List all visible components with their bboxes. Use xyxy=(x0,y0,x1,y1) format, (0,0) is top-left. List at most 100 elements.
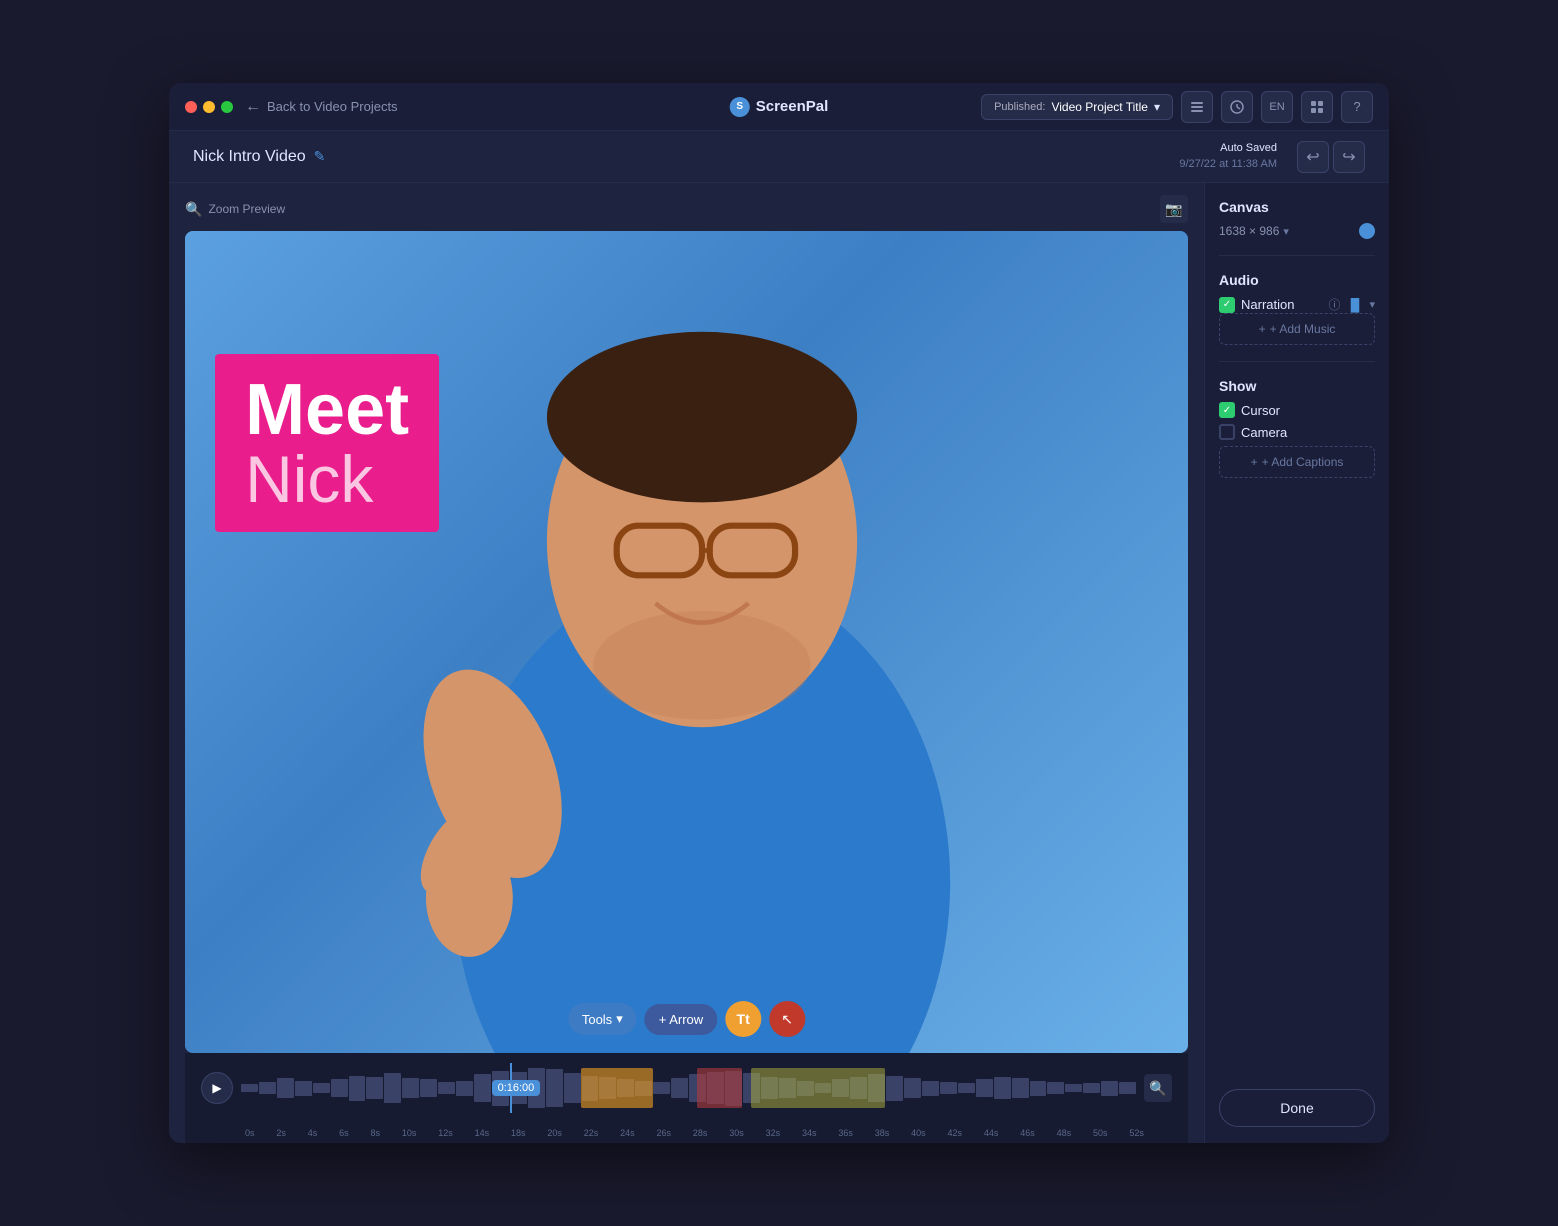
timeline-segment-yellow[interactable] xyxy=(751,1068,885,1108)
waveform xyxy=(241,1063,1136,1113)
ruler-mark: 12s xyxy=(438,1128,453,1138)
add-captions-label: + Add Captions xyxy=(1262,455,1344,469)
ruler-mark: 26s xyxy=(657,1128,672,1138)
cursor-label: Cursor xyxy=(1241,403,1280,418)
clock-button[interactable] xyxy=(1221,91,1253,123)
layers-button[interactable] xyxy=(1181,91,1213,123)
project-title-text: Nick Intro Video xyxy=(193,148,306,166)
cursor-checkbox[interactable]: ✓ xyxy=(1219,402,1235,418)
autosave-label: Auto Saved xyxy=(1179,141,1277,156)
add-music-label: + Add Music xyxy=(1270,322,1336,336)
ruler-mark: 20s xyxy=(547,1128,562,1138)
chevron-down-icon[interactable]: ▾ xyxy=(1283,225,1289,238)
close-button[interactable] xyxy=(185,101,197,113)
timeline-area: ▶ 0:16:00 � xyxy=(185,1053,1188,1143)
edit-icon[interactable]: ✎ xyxy=(314,148,326,165)
publish-title: Video Project Title xyxy=(1051,100,1148,114)
text-tool-button[interactable]: Tt xyxy=(725,1001,761,1037)
cursor-row: ✓ Cursor xyxy=(1219,402,1375,418)
divider-2 xyxy=(1219,361,1375,362)
add-captions-plus-icon: + xyxy=(1251,455,1258,469)
stack-button[interactable] xyxy=(1301,91,1333,123)
play-button[interactable]: ▶ xyxy=(201,1072,233,1104)
audio-chevron-icon[interactable]: ▾ xyxy=(1369,298,1375,311)
ruler-mark: 36s xyxy=(838,1128,853,1138)
back-arrow-icon: ← xyxy=(245,98,261,116)
panel-spacer xyxy=(1219,494,1375,1073)
video-background: Meet Nick xyxy=(185,231,1188,1053)
maximize-button[interactable] xyxy=(221,101,233,113)
canvas-size-label: 1638 × 986 xyxy=(1219,224,1279,238)
ruler-mark: 2s xyxy=(276,1128,286,1138)
ruler-mark: 6s xyxy=(339,1128,349,1138)
play-icon: ▶ xyxy=(212,1081,221,1095)
waveform-container[interactable]: 0:16:00 xyxy=(241,1063,1136,1113)
ruler-mark: 42s xyxy=(948,1128,963,1138)
editor-area: 🔍 Zoom Preview 📷 Meet Nick xyxy=(169,183,1204,1143)
text-icon: Tt xyxy=(737,1011,750,1027)
ruler-mark: 44s xyxy=(984,1128,999,1138)
ruler-mark: 14s xyxy=(475,1128,490,1138)
title-bar: ← Back to Video Projects S ScreenPal Pub… xyxy=(169,83,1389,131)
audio-levels-icon[interactable]: ▐▌ xyxy=(1346,298,1363,312)
ruler-mark: 24s xyxy=(620,1128,635,1138)
cursor-tool-button[interactable]: ↖ xyxy=(769,1001,805,1037)
help-button[interactable]: ? xyxy=(1341,91,1373,123)
main-content: 🔍 Zoom Preview 📷 Meet Nick xyxy=(169,183,1389,1143)
ruler-mark: 32s xyxy=(766,1128,781,1138)
audio-title: Audio xyxy=(1219,272,1375,288)
arrow-label: + Arrow xyxy=(659,1012,703,1027)
timeline-zoom-button[interactable]: 🔍 xyxy=(1144,1074,1172,1102)
ruler-mark: 40s xyxy=(911,1128,926,1138)
project-title-area: Nick Intro Video ✎ xyxy=(193,148,325,166)
tools-button[interactable]: Tools ▾ xyxy=(568,1003,637,1035)
ruler-mark: 0s xyxy=(245,1128,255,1138)
add-captions-button[interactable]: + + Add Captions xyxy=(1219,446,1375,478)
ruler-mark: 48s xyxy=(1057,1128,1072,1138)
add-music-plus-icon: + xyxy=(1259,322,1266,336)
language-label: EN xyxy=(1269,101,1284,113)
chevron-down-icon: ▾ xyxy=(1154,100,1160,114)
publish-button[interactable]: Published: Video Project Title ▾ xyxy=(981,94,1173,120)
language-button[interactable]: EN xyxy=(1261,91,1293,123)
logo-icon: S xyxy=(730,97,750,117)
ruler-mark: 52s xyxy=(1129,1128,1144,1138)
show-section: Show ✓ Cursor Camera + + Add Captions xyxy=(1219,378,1375,478)
canvas-row: 1638 × 986 ▾ xyxy=(1219,223,1375,239)
traffic-lights xyxy=(185,101,233,113)
narration-label: Narration xyxy=(1241,297,1322,312)
cursor-check-icon: ✓ xyxy=(1223,405,1231,416)
tools-overlay: Tools ▾ + Arrow Tt ↖ xyxy=(568,1001,805,1037)
tools-label: Tools xyxy=(582,1012,612,1027)
add-arrow-button[interactable]: + Arrow xyxy=(645,1004,717,1035)
redo-button[interactable]: ↪ xyxy=(1333,141,1365,173)
canvas-title: Canvas xyxy=(1219,199,1375,215)
video-canvas: Meet Nick xyxy=(185,231,1188,1053)
project-header: Nick Intro Video ✎ Auto Saved 9/27/22 at… xyxy=(169,131,1389,183)
info-icon[interactable]: ⓘ xyxy=(1328,296,1340,313)
canvas-color-toggle[interactable] xyxy=(1359,223,1375,239)
undo-button[interactable]: ↩ xyxy=(1297,141,1329,173)
narration-checkbox[interactable]: ✓ xyxy=(1219,297,1235,313)
zoom-preview-label: 🔍 Zoom Preview xyxy=(185,201,285,218)
search-icon: 🔍 xyxy=(185,201,202,218)
app-window: ← Back to Video Projects S ScreenPal Pub… xyxy=(169,83,1389,1143)
tools-chevron-icon: ▾ xyxy=(616,1011,623,1027)
done-button[interactable]: Done xyxy=(1219,1089,1375,1127)
timeline-segment-red[interactable] xyxy=(697,1068,742,1108)
screenshot-button[interactable]: 📷 xyxy=(1160,195,1188,223)
ruler-mark: 50s xyxy=(1093,1128,1108,1138)
ruler-mark: 18s xyxy=(511,1128,526,1138)
ruler-marks: 0s 2s 4s 6s 8s 10s 12s 14s 18s 20s 22s 2… xyxy=(245,1128,1144,1138)
timeline-segment-orange[interactable] xyxy=(581,1068,653,1108)
minimize-button[interactable] xyxy=(203,101,215,113)
narration-row: ✓ Narration ⓘ ▐▌ ▾ xyxy=(1219,296,1375,313)
ruler-mark: 22s xyxy=(584,1128,599,1138)
title-bar-right: Published: Video Project Title ▾ xyxy=(981,91,1373,123)
divider xyxy=(1219,255,1375,256)
timeline-ruler: 0s 2s 4s 6s 8s 10s 12s 14s 18s 20s 22s 2… xyxy=(201,1123,1172,1143)
publish-label: Published: xyxy=(994,101,1045,113)
camera-checkbox[interactable] xyxy=(1219,424,1235,440)
back-to-projects-button[interactable]: ← Back to Video Projects xyxy=(245,98,398,116)
add-music-button[interactable]: + + Add Music xyxy=(1219,313,1375,345)
